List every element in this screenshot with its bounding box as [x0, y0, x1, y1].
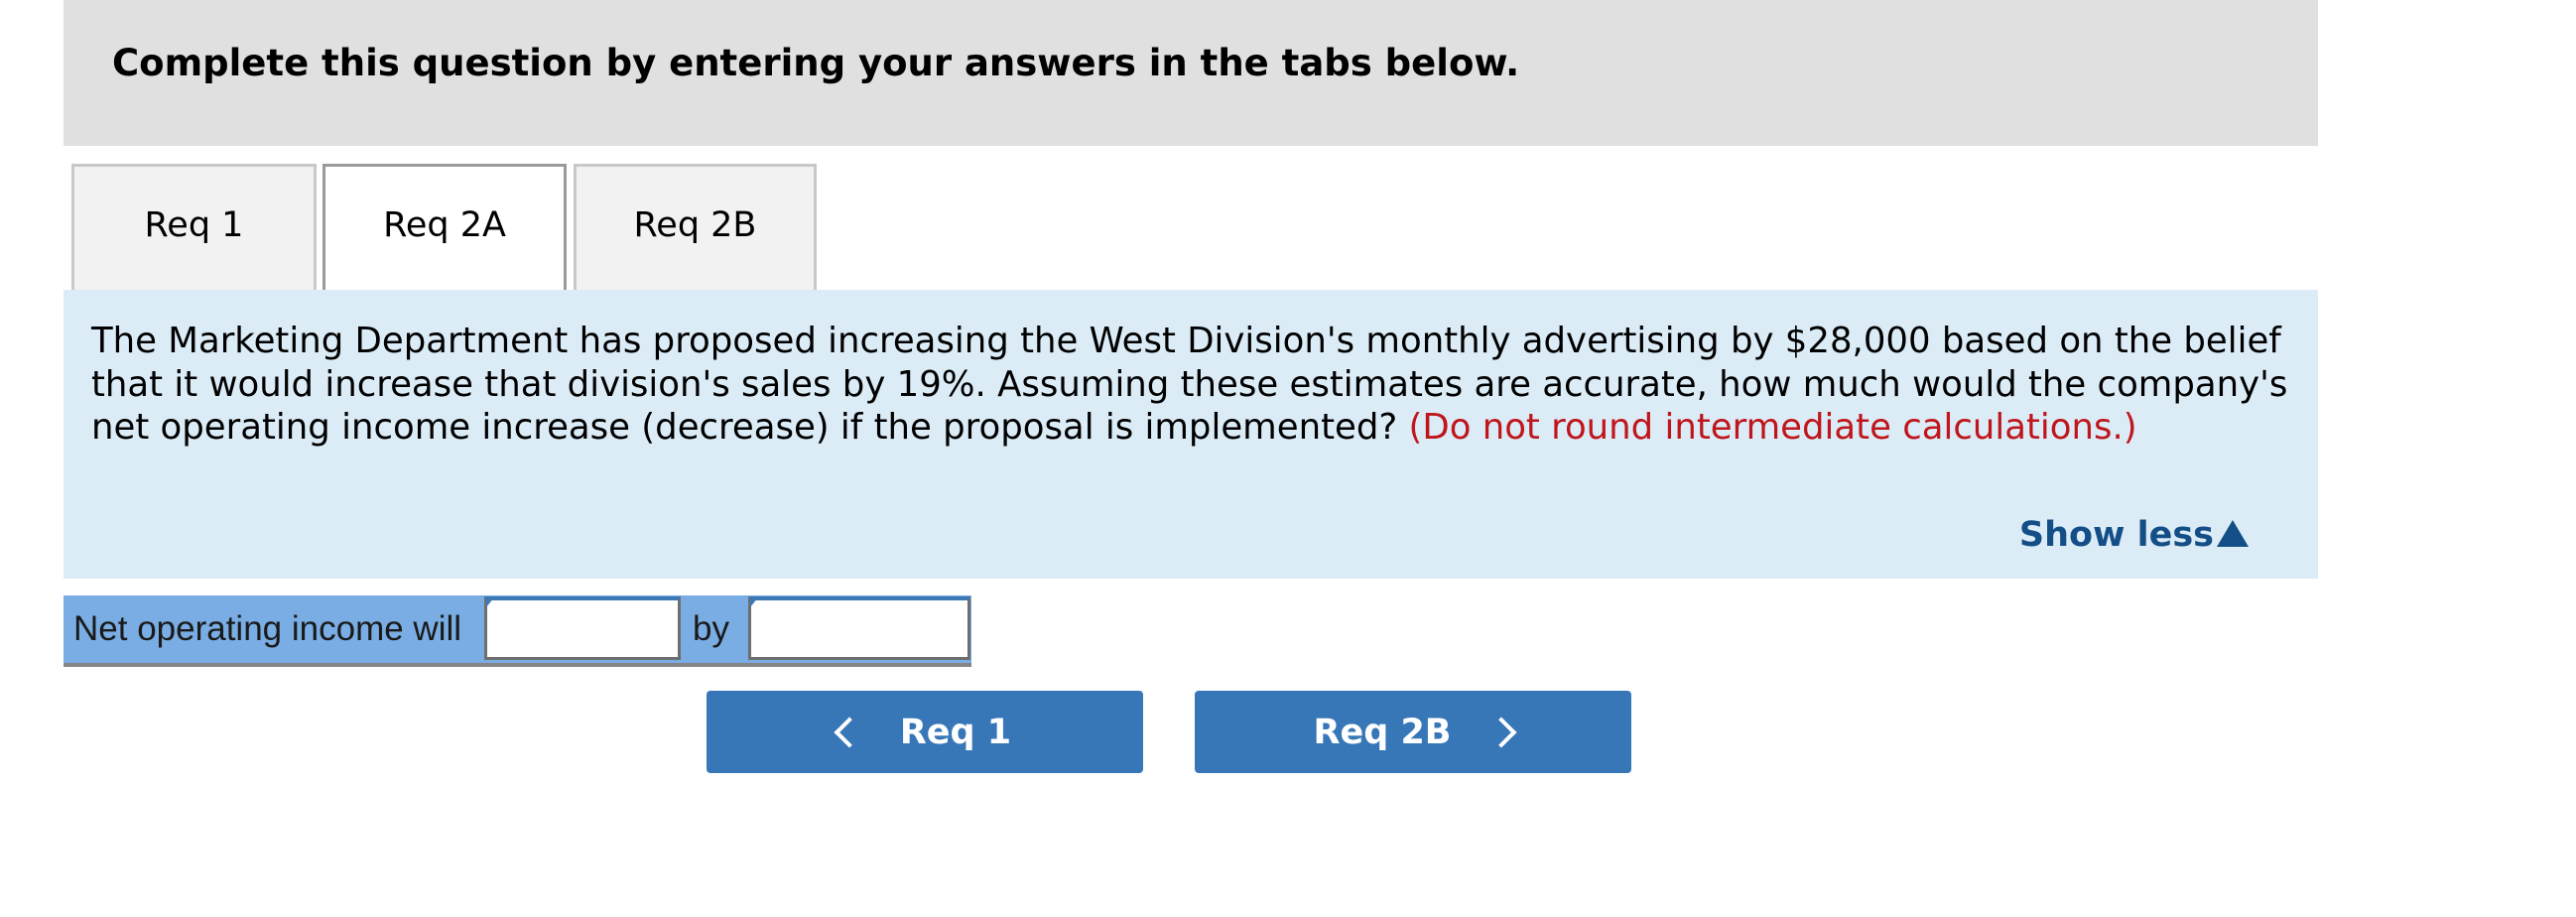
- increase-decrease-input[interactable]: [484, 596, 681, 660]
- by-label: by: [693, 609, 729, 648]
- tab-label: Req 2A: [383, 205, 506, 245]
- tab-req-2b[interactable]: Req 2B: [574, 164, 817, 290]
- net-operating-income-label: Net operating income will: [73, 609, 462, 648]
- tab-label: Req 1: [144, 205, 244, 245]
- prev-button-label: Req 1: [899, 712, 1012, 752]
- chevron-left-icon: [834, 716, 865, 748]
- instructions-header: Complete this question by entering your …: [64, 0, 2318, 146]
- tab-req-1[interactable]: Req 1: [71, 164, 317, 290]
- next-button-label: Req 2B: [1313, 712, 1452, 752]
- chevron-right-icon: [1485, 716, 1518, 748]
- instructions-title: Complete this question by entering your …: [112, 42, 1520, 84]
- rounding-note: (Do not round intermediate calculations.…: [1408, 407, 2137, 448]
- question-panel: The Marketing Department has proposed in…: [64, 290, 2318, 579]
- show-less-label: Show less: [2018, 515, 2214, 555]
- question-text: The Marketing Department has proposed in…: [91, 320, 2294, 450]
- triangle-up-icon: [2217, 519, 2249, 547]
- show-less-link[interactable]: Show less: [2019, 515, 2249, 555]
- tab-req-2a[interactable]: Req 2A: [322, 164, 567, 290]
- next-req-2b-button[interactable]: Req 2B: [1195, 691, 1631, 773]
- amount-input[interactable]: [748, 596, 970, 660]
- answer-row: Net operating income will by: [64, 595, 971, 667]
- dropdown-marker-icon: [486, 597, 494, 607]
- prev-req-1-button[interactable]: Req 1: [707, 691, 1143, 773]
- input-marker-icon: [750, 597, 758, 607]
- tab-label: Req 2B: [633, 205, 757, 245]
